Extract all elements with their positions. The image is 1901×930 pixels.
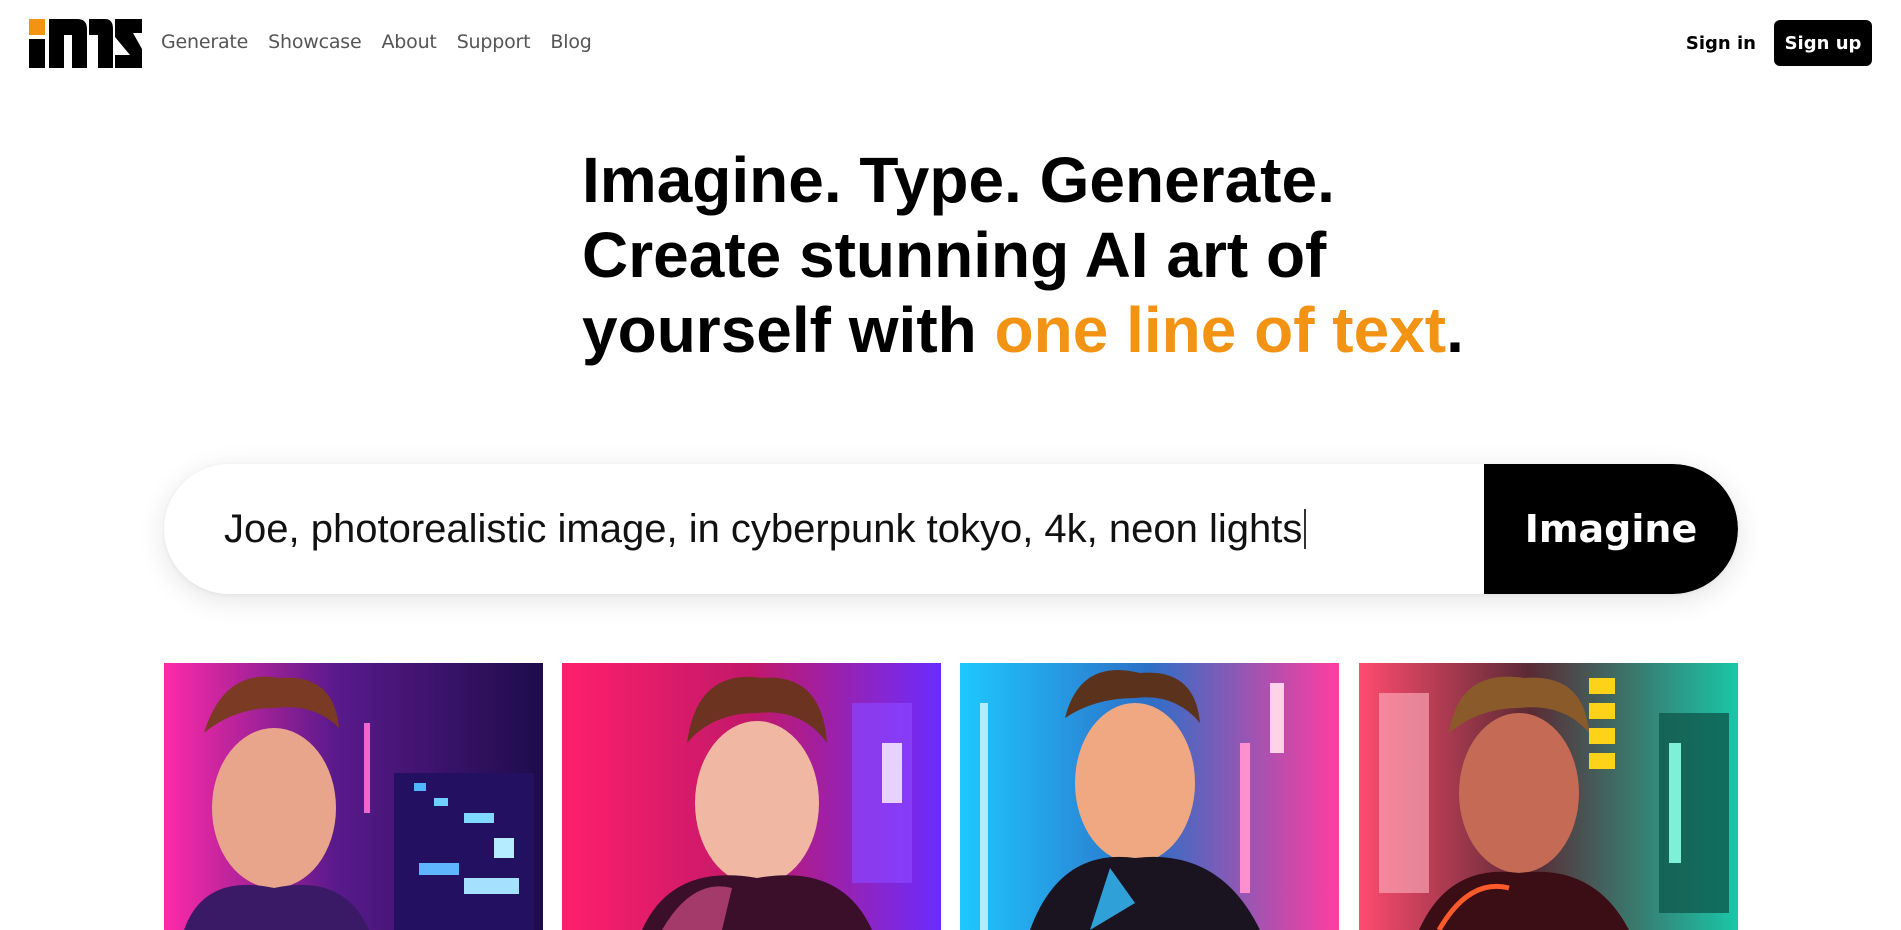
showcase-image-4[interactable]	[1359, 663, 1738, 930]
hero-line-1: Imagine. Type. Generate.	[582, 144, 1335, 216]
sign-in-link[interactable]: Sign in	[1686, 33, 1756, 54]
nav-support-link[interactable]: Support	[457, 31, 531, 53]
sign-up-button[interactable]: Sign up	[1774, 20, 1872, 66]
hero-headline: Imagine. Type. Generate. Create stunning…	[582, 143, 1482, 368]
main-nav: Generate Showcase About Support Blog	[161, 31, 592, 53]
nav-generate-link[interactable]: Generate	[161, 31, 248, 53]
prompt-input-value: Joe, photorealistic image, in cyberpunk …	[224, 506, 1303, 551]
hero-line-3: yourself with one line of text.	[582, 293, 1482, 368]
hero-line-3-suffix: .	[1446, 294, 1464, 366]
showcase-image-2[interactable]	[562, 663, 941, 930]
prompt-input[interactable]: Joe, photorealistic image, in cyberpunk …	[224, 464, 1454, 594]
site-header: Generate Showcase About Support Blog Sig…	[0, 0, 1901, 86]
text-cursor	[1304, 509, 1307, 549]
neon-portrait-4	[1359, 663, 1738, 930]
neon-portrait-2	[562, 663, 941, 930]
neon-portrait-3	[960, 663, 1339, 930]
imagine-button[interactable]: Imagine	[1484, 464, 1738, 594]
showcase-gallery	[164, 663, 1738, 930]
prompt-bar: Joe, photorealistic image, in cyberpunk …	[164, 464, 1738, 594]
mk-logo[interactable]	[29, 19, 142, 68]
neon-portrait-1	[164, 663, 543, 930]
showcase-image-3[interactable]	[960, 663, 1339, 930]
showcase-image-1[interactable]	[164, 663, 543, 930]
nav-showcase-link[interactable]: Showcase	[268, 31, 362, 53]
hero-highlight: one line of text	[994, 294, 1447, 366]
auth-actions: Sign in Sign up	[1686, 20, 1872, 66]
nav-blog-link[interactable]: Blog	[550, 31, 591, 53]
hero-line-3-prefix: yourself with	[582, 294, 995, 366]
nav-about-link[interactable]: About	[382, 31, 437, 53]
hero-line-2: Create stunning AI art of	[582, 219, 1327, 291]
